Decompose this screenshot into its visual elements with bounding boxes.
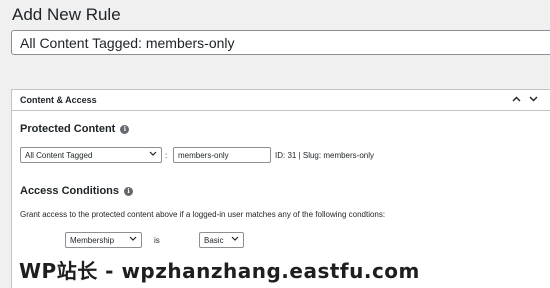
separator-colon: :: [165, 151, 168, 160]
content-type-select[interactable]: All Content Tagged: [20, 147, 162, 163]
chevron-down-icon: [149, 151, 157, 158]
watermark: WP站长 - wpzhanzhang.eastfu.com: [19, 259, 420, 283]
protected-content-heading: Protected Content i: [20, 123, 130, 135]
info-icon[interactable]: i: [120, 124, 130, 134]
chevron-down-icon: [231, 236, 239, 243]
metabox-header: Content & Access: [12, 90, 550, 111]
metabox-controls: [510, 92, 539, 106]
tag-id-slug: ID: 31 | Slug: members-only: [275, 151, 375, 160]
condition-field-select[interactable]: Membership: [65, 232, 142, 248]
access-conditions-heading: Access Conditions i: [20, 185, 134, 197]
tag-input[interactable]: [173, 147, 271, 163]
info-icon[interactable]: i: [124, 186, 134, 196]
metabox-title: Content & Access: [20, 95, 97, 105]
chevron-down-icon: [129, 236, 137, 243]
condition-value-select[interactable]: Basic: [199, 232, 244, 248]
chevron-up-icon[interactable]: [510, 92, 522, 106]
chevron-down-icon[interactable]: [527, 92, 539, 106]
rule-title-input[interactable]: [11, 30, 550, 55]
page-title: Add New Rule: [12, 5, 121, 24]
condition-operator: is: [154, 236, 160, 245]
access-conditions-description: Grant access to the protected content ab…: [20, 210, 386, 219]
